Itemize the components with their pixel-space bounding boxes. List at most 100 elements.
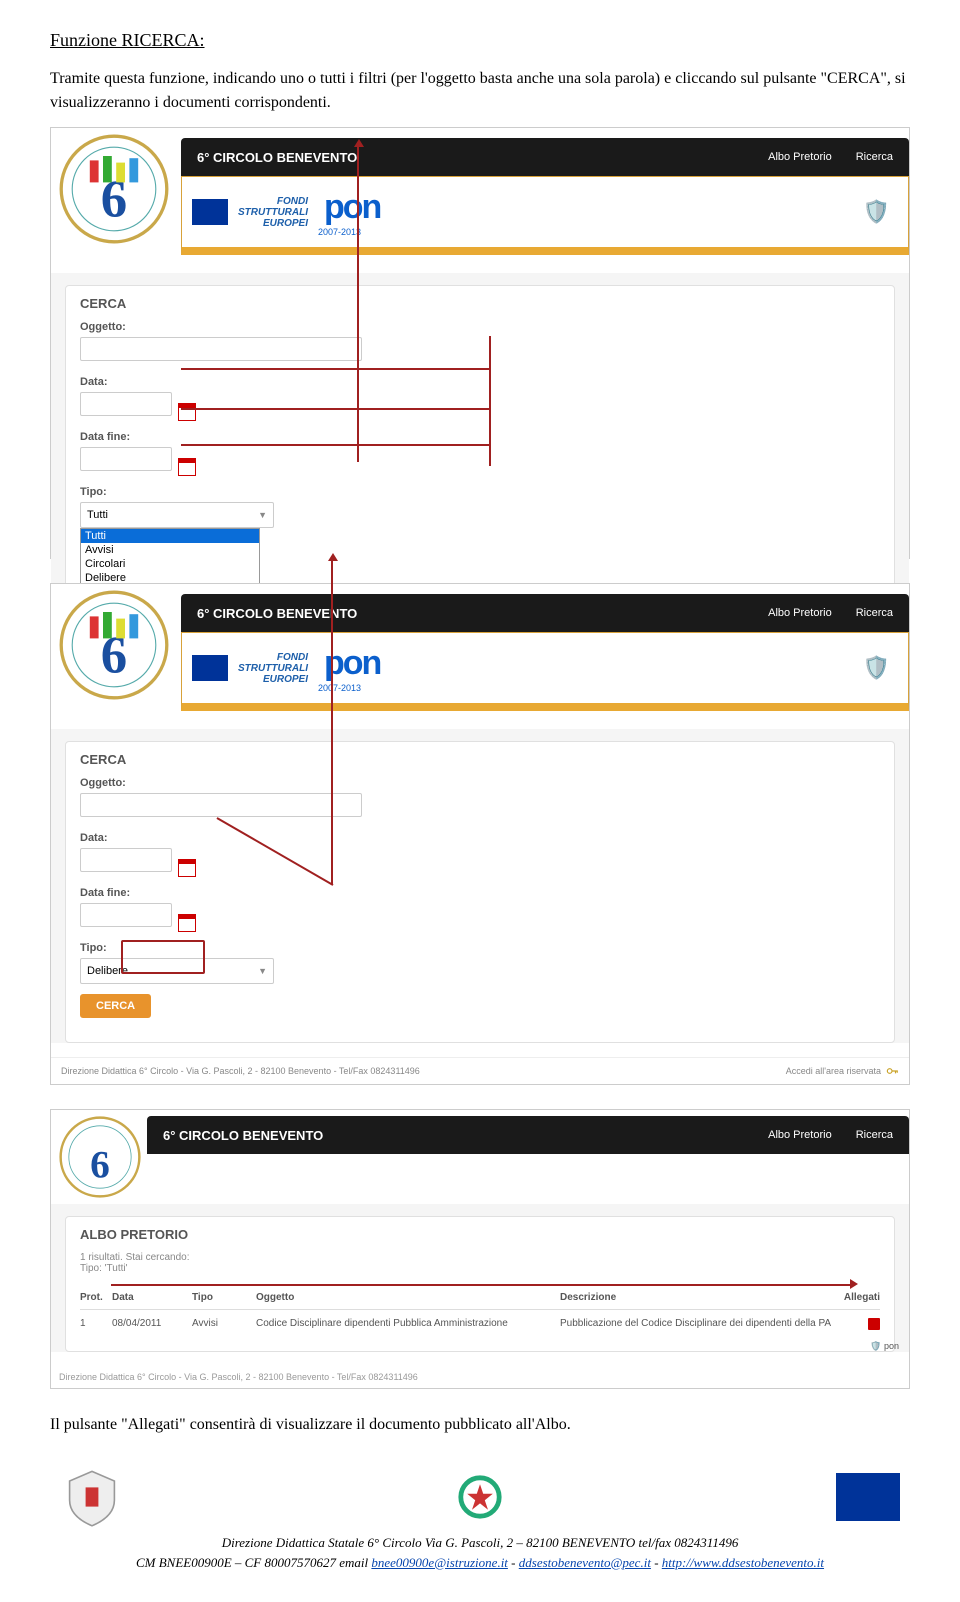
header-bar: 6° CIRCOLO BENEVENTO Albo Pretorio Ricer… [147, 1116, 909, 1154]
footer-email2[interactable]: ddsestobenevento@pec.it [519, 1555, 651, 1570]
cell-prot: 1 [80, 1318, 112, 1333]
banner-europei: EUROPEI [238, 218, 308, 229]
screenshot-2: 6 6° CIRCOLO BENEVENTO Albo Pretorio Ric… [50, 583, 910, 1085]
cell-data: 08/04/2011 [112, 1318, 192, 1333]
tipo-value: Tutti [87, 509, 108, 521]
nav-ricerca[interactable]: Ricerca [856, 1129, 893, 1141]
col-descrizione: Descrizione [560, 1292, 832, 1303]
cell-tipo: Avvisi [192, 1318, 256, 1333]
cerca-button[interactable]: CERCA [80, 994, 151, 1018]
key-icon [885, 1064, 899, 1078]
search-card-title: CERCA [80, 752, 880, 767]
table-header: Prot. Data Tipo Oggetto Descrizione Alle… [80, 1286, 880, 1310]
oggetto-input[interactable] [80, 793, 362, 817]
footer-crest-center [448, 1467, 512, 1527]
data-label: Data: [80, 832, 880, 844]
table-row: 1 08/04/2011 Avvisi Codice Disciplinare … [80, 1310, 880, 1341]
school-logo: 6 [59, 590, 169, 700]
pon-logo: pon [324, 188, 380, 226]
nav-ricerca[interactable]: Ricerca [856, 151, 893, 163]
pon-banner: FONDI STRUTTURALI EUROPEI pon 2007-2013 … [181, 176, 909, 255]
school-logo: 6 [59, 1116, 141, 1198]
allegati-paragraph: Il pulsante "Allegati" consentirà di vis… [50, 1413, 910, 1437]
col-prot: Prot. [80, 1292, 112, 1303]
footer-crest-left [60, 1467, 124, 1527]
calendar-icon[interactable] [178, 458, 196, 476]
oggetto-label: Oggetto: [80, 777, 880, 789]
tipo-select[interactable]: Tutti ▼ [80, 502, 274, 528]
datafine-input[interactable] [80, 447, 172, 471]
site-brand: 6° CIRCOLO BENEVENTO [197, 150, 357, 165]
nav-ricerca[interactable]: Ricerca [856, 607, 893, 619]
screenshot-3: 6 6° CIRCOLO BENEVENTO Albo Pretorio Ric… [50, 1109, 910, 1389]
footer-sep2: - [654, 1555, 662, 1570]
svg-text:6: 6 [90, 1143, 110, 1187]
oggetto-input[interactable] [80, 337, 362, 361]
datafine-label: Data fine: [80, 887, 880, 899]
col-data: Data [112, 1292, 192, 1303]
col-tipo: Tipo [192, 1292, 256, 1303]
screenshot-1: 6 6° CIRCOLO BENEVENTO Albo Pretorio Ric… [50, 127, 910, 559]
intro-paragraph: Tramite questa funzione, indicando uno o… [50, 67, 910, 115]
banner-fondi: FONDI [238, 196, 308, 207]
eu-flag-icon [192, 199, 228, 225]
footer-line1b: Via G. Pascoli, 2 – 82100 BENEVENTO tel/… [425, 1535, 738, 1550]
italy-crest-icon: 🛡️ [863, 655, 890, 681]
search-card: CERCA Oggetto: Data: Data fine: Tipo: De… [65, 741, 895, 1043]
calendar-icon[interactable] [178, 859, 196, 877]
nav-albo[interactable]: Albo Pretorio [768, 151, 832, 163]
pon-years: 2007-2013 [318, 683, 380, 693]
nav-albo[interactable]: Albo Pretorio [768, 1129, 832, 1141]
albo-filter-summary: Tipo: 'Tutti' [80, 1263, 880, 1274]
chevron-down-icon: ▼ [258, 510, 267, 520]
footer-euflag [836, 1467, 900, 1527]
footer-line2a: CM BNEE00900E – CF 80007570627 email [136, 1555, 371, 1570]
pdf-icon[interactable] [868, 1318, 880, 1330]
tipo-label: Tipo: [80, 486, 880, 498]
option-tutti[interactable]: Tutti [81, 529, 259, 543]
header-bar: 6° CIRCOLO BENEVENTO Albo Pretorio Ricer… [181, 594, 909, 632]
data-label: Data: [80, 376, 880, 388]
pon-small-logo: 🛡️ pon [870, 1341, 899, 1352]
option-circolari[interactable]: Circolari [81, 557, 259, 571]
col-oggetto: Oggetto [256, 1292, 560, 1303]
search-card-title: CERCA [80, 296, 880, 311]
nav-albo[interactable]: Albo Pretorio [768, 607, 832, 619]
pon-banner: FONDI STRUTTURALI EUROPEI pon 2007-2013 … [181, 632, 909, 711]
search-card: CERCA Oggetto: Data: Data fine: Tipo: Tu… [65, 285, 895, 625]
accedi-link[interactable]: Accedi all'area riservata [786, 1066, 881, 1076]
option-avvisi[interactable]: Avvisi [81, 543, 259, 557]
italy-crest-icon: 🛡️ [863, 199, 890, 225]
banner-strutt: STRUTTURALI [238, 663, 308, 674]
cell-oggetto: Codice Disciplinare dipendenti Pubblica … [256, 1318, 560, 1333]
datafine-input[interactable] [80, 903, 172, 927]
cell-descrizione: Pubblicazione del Codice Disciplinare de… [560, 1318, 832, 1333]
school-logo: 6 [59, 134, 169, 244]
header-bar: 6° CIRCOLO BENEVENTO Albo Pretorio Ricer… [181, 138, 909, 176]
shot-footer-text: Direzione Didattica 6° Circolo - Via G. … [61, 1066, 420, 1076]
albo-title: ALBO PRETORIO [80, 1227, 880, 1242]
page-footer: Direzione Didattica Statale 6° Circolo V… [50, 1467, 910, 1572]
footer-url[interactable]: http://www.ddsestobenevento.it [662, 1555, 824, 1570]
banner-fondi: FONDI [238, 652, 308, 663]
pon-years: 2007-2013 [318, 227, 380, 237]
footer-line1a: Direzione Didattica Statale 6° Circolo [222, 1535, 425, 1550]
site-brand: 6° CIRCOLO BENEVENTO [197, 606, 357, 621]
col-allegati: Allegati [832, 1292, 880, 1303]
shot-footer-text: Direzione Didattica 6° Circolo - Via G. … [51, 1366, 909, 1388]
calendar-icon[interactable] [178, 403, 196, 421]
footer-email1[interactable]: bnee00900e@istruzione.it [371, 1555, 508, 1570]
banner-strutt: STRUTTURALI [238, 207, 308, 218]
datafine-label: Data fine: [80, 431, 880, 443]
eu-flag-icon [192, 655, 228, 681]
section-title: Funzione RICERCA: [50, 30, 910, 51]
albo-results-count: 1 risultati. Stai cercando: [80, 1252, 880, 1263]
footer-sep1: - [511, 1555, 519, 1570]
banner-europei: EUROPEI [238, 674, 308, 685]
oggetto-label: Oggetto: [80, 321, 880, 333]
site-brand: 6° CIRCOLO BENEVENTO [163, 1128, 323, 1143]
calendar-icon[interactable] [178, 914, 196, 932]
data-input[interactable] [80, 848, 172, 872]
data-input[interactable] [80, 392, 172, 416]
chevron-down-icon: ▼ [258, 966, 267, 976]
